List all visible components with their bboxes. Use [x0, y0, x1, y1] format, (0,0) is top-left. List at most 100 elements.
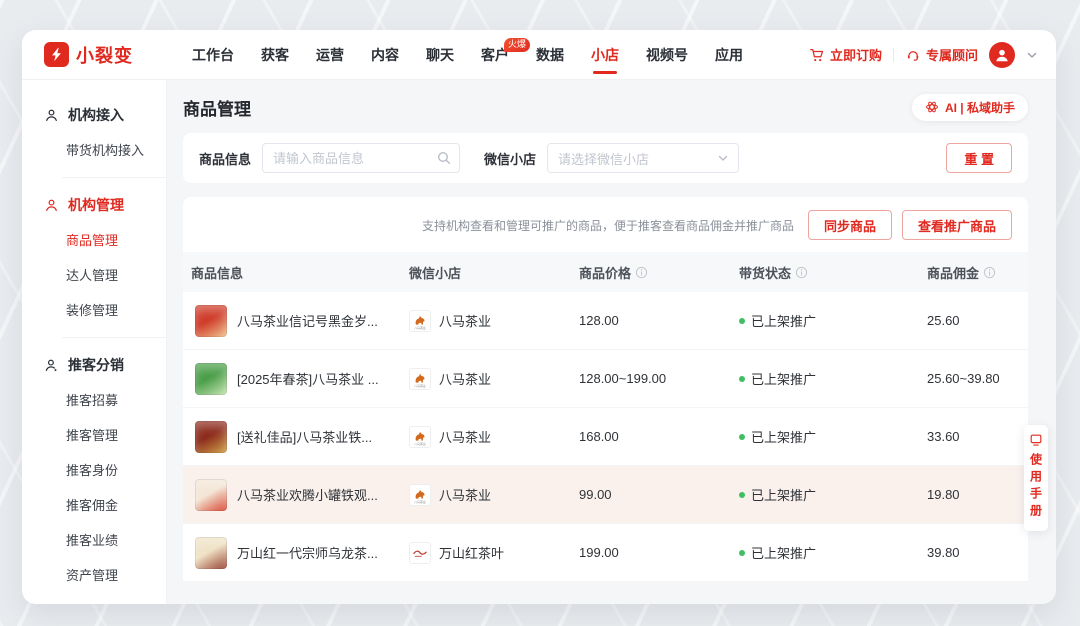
brand-name: 小裂变 [76, 42, 133, 68]
divider [62, 177, 166, 178]
filter-bar: 商品信息 微信小店 请选择微信小店 重 置 [183, 133, 1028, 183]
info-icon[interactable] [635, 266, 648, 279]
shop-name: 八马茶业 [439, 311, 491, 330]
main-content: 商品管理 AI | 私域助手 商品信息 微信小店 请选择微信小店 重 置 [167, 80, 1056, 604]
top-nav: 工作台 获客 运营 内容 聊天 客户 火爆 数据 小店 视频号 应用 [192, 30, 743, 79]
topbar: 小裂变 工作台 获客 运营 内容 聊天 客户 火爆 数据 小店 视频号 应用 立… [22, 30, 1056, 80]
ai-assistant-button[interactable]: AI | 私域助手 [912, 94, 1028, 121]
product-thumbnail [195, 421, 227, 453]
info-icon[interactable] [795, 266, 808, 279]
divider [62, 337, 166, 338]
table-row[interactable]: 八马茶业信记号黑金岁... 八马茶业 八马茶业 128.00 已上架推广 25.… [183, 292, 1028, 350]
script-logo-icon [409, 542, 431, 564]
product-thumbnail [195, 305, 227, 337]
sidebar-item-product-manage[interactable]: 商品管理 [22, 222, 166, 257]
status-text: 已上架推广 [751, 485, 816, 504]
shop-name: 万山红茶叶 [439, 543, 504, 562]
svg-text:八马茶业: 八马茶业 [414, 383, 426, 388]
sidebar-item-decor-manage[interactable]: 装修管理 [22, 292, 166, 327]
person-star-icon [44, 358, 59, 373]
app-window: 小裂变 工作台 获客 运营 内容 聊天 客户 火爆 数据 小店 视频号 应用 立… [22, 30, 1056, 604]
status-text: 已上架推广 [751, 311, 816, 330]
search-icon[interactable] [436, 150, 452, 166]
nav-content[interactable]: 内容 [371, 30, 399, 79]
table-row[interactable]: 八马茶业欢腾小罐铁观... 八马茶业 八马茶业 99.00 已上架推广 19.8… [183, 466, 1028, 524]
sidebar-item-org-access-entry[interactable]: 带货机构接入 [22, 132, 166, 167]
table-row[interactable]: [送礼佳品]八马茶业铁... 八马茶业 八马茶业 168.00 已上架推广 33… [183, 408, 1028, 466]
nav-operation[interactable]: 运营 [316, 30, 344, 79]
shop-name: 八马茶业 [439, 427, 491, 446]
product-name: 万山红一代宗师乌龙茶... [237, 543, 378, 562]
sidebar-item-promoter-identity[interactable]: 推客身份 [22, 452, 166, 487]
avatar-icon[interactable] [989, 42, 1015, 68]
nav-shop[interactable]: 小店 [591, 30, 619, 79]
shop-select[interactable]: 请选择微信小店 [547, 143, 739, 173]
product-thumbnail [195, 479, 227, 511]
select-chevron-icon [717, 152, 729, 164]
sync-products-button[interactable]: 同步商品 [808, 210, 892, 240]
sidebar-item-promoter-commission[interactable]: 推客佣金 [22, 487, 166, 522]
sidebar-item-promoter-performance[interactable]: 推客业绩 [22, 522, 166, 557]
nav-channels[interactable]: 视频号 [646, 30, 688, 79]
horse-logo-icon: 八马茶业 [409, 484, 431, 506]
product-name: [送礼佳品]八马茶业铁... [237, 427, 372, 446]
divider [893, 48, 894, 62]
status-text: 已上架推广 [751, 543, 816, 562]
shop-name: 八马茶业 [439, 369, 491, 388]
product-search-input[interactable] [262, 143, 460, 173]
horse-logo-icon: 八马茶业 [409, 368, 431, 390]
product-name: 八马茶业信记号黑金岁... [237, 311, 378, 330]
book-icon [1029, 433, 1043, 447]
order-now-button[interactable]: 立即订购 [809, 45, 882, 64]
nav-apps[interactable]: 应用 [715, 30, 743, 79]
reset-button[interactable]: 重 置 [946, 143, 1012, 173]
product-name: 八马茶业欢腾小罐铁观... [237, 485, 378, 504]
status-dot [739, 376, 745, 382]
commission-value: 33.60 [919, 429, 1028, 444]
sidebar-item-promoter-manage[interactable]: 推客管理 [22, 417, 166, 452]
svg-text:八马茶业: 八马茶业 [414, 441, 426, 446]
product-price: 199.00 [571, 545, 731, 560]
sidebar-group-org-manage[interactable]: 机构管理 [22, 188, 166, 222]
brand[interactable]: 小裂变 [44, 42, 166, 68]
logo-bolt-icon [44, 42, 69, 67]
person-icon [44, 108, 59, 123]
advisor-button[interactable]: 专属顾问 [905, 45, 978, 64]
status-text: 已上架推广 [751, 427, 816, 446]
user-manual-tab[interactable]: 使用手册 [1024, 425, 1048, 531]
svg-text:八马茶业: 八马茶业 [414, 499, 426, 504]
horse-logo-icon: 八马茶业 [409, 426, 431, 448]
sidebar-item-talent-manage[interactable]: 达人管理 [22, 257, 166, 292]
product-thumbnail [195, 537, 227, 569]
sidebar-item-promoter-recruit[interactable]: 推客招募 [22, 382, 166, 417]
nav-data[interactable]: 数据 [536, 30, 564, 79]
sidebar-group-org-access[interactable]: 机构接入 [22, 98, 166, 132]
chevron-down-icon[interactable] [1026, 49, 1038, 61]
product-price: 168.00 [571, 429, 731, 444]
manual-tab-label: 使用手册 [1028, 453, 1045, 521]
product-name: [2025年春茶]八马茶业 ... [237, 369, 379, 388]
info-icon[interactable] [983, 266, 996, 279]
commission-value: 25.60 [919, 313, 1028, 328]
topbar-right: 立即订购 专属顾问 [809, 42, 1038, 68]
sidebar-group-promoter[interactable]: 推客分销 [22, 348, 166, 382]
product-info-label: 商品信息 [199, 149, 251, 168]
status-dot [739, 492, 745, 498]
sidebar: 机构接入 带货机构接入 机构管理 商品管理 达人管理 装修管理 推客分销 推客招… [22, 80, 167, 604]
nav-customer[interactable]: 客户 火爆 [481, 30, 509, 79]
status-dot [739, 434, 745, 440]
table-hint: 支持机构查看和管理可推广的商品，便于推客查看商品佣金并推广商品 [422, 217, 794, 234]
nav-workbench[interactable]: 工作台 [192, 30, 234, 79]
status-text: 已上架推广 [751, 369, 816, 388]
view-promoted-button[interactable]: 查看推广商品 [902, 210, 1012, 240]
commission-value: 25.60~39.80 [919, 371, 1028, 386]
ai-knot-icon [925, 100, 939, 114]
nav-chat[interactable]: 聊天 [426, 30, 454, 79]
horse-logo-icon: 八马茶业 [409, 310, 431, 332]
table-row[interactable]: [2025年春茶]八马茶业 ... 八马茶业 八马茶业 128.00~199.0… [183, 350, 1028, 408]
hot-badge: 火爆 [504, 38, 530, 52]
table-row[interactable]: 万山红一代宗师乌龙茶... 万山红茶叶 199.00 已上架推广 39.80 [183, 524, 1028, 582]
status-dot [739, 318, 745, 324]
sidebar-item-asset-manage[interactable]: 资产管理 [22, 557, 166, 592]
nav-acquisition[interactable]: 获客 [261, 30, 289, 79]
